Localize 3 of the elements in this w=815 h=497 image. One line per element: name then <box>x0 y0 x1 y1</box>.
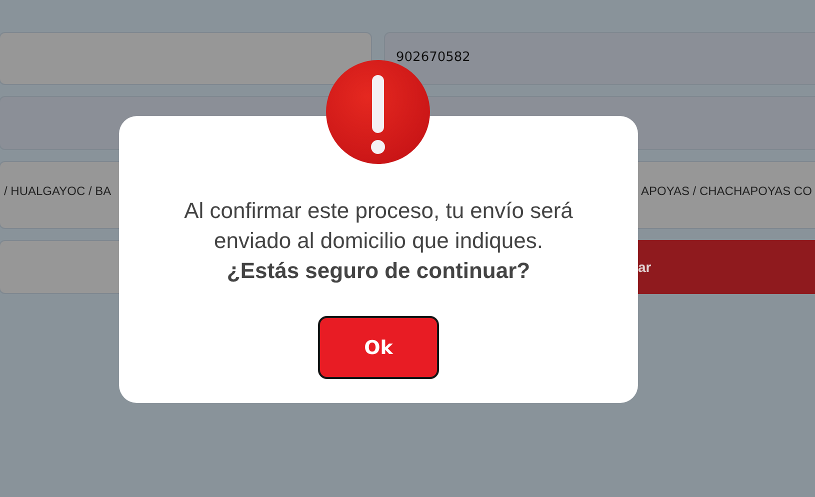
input-field[interactable]: 902670582 <box>384 32 815 85</box>
ok-button[interactable]: Ok <box>318 316 439 379</box>
dialog-message: Al confirmar este proceso, tu envío será enviado al domicilio que indiques. ¿Estás seguro de continuar? <box>183 197 574 285</box>
